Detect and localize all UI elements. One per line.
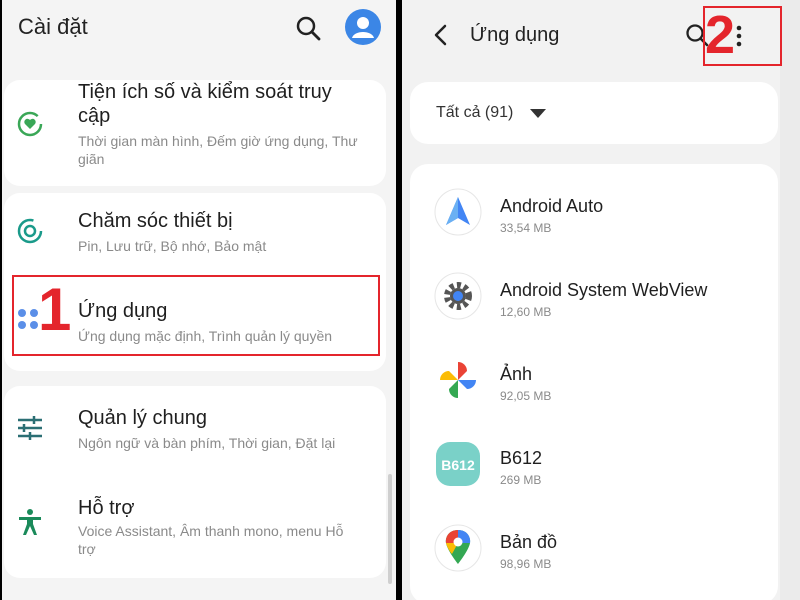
android-auto-icon [434,188,482,236]
app-name: Bản đồ [500,532,558,552]
settings-card: Quản lý chung Ngôn ngữ và bàn phím, Thời… [4,386,386,578]
back-arrow-icon[interactable] [430,22,452,48]
page-title: Ứng dụng [470,24,560,46]
app-name: Android System WebView [500,280,708,300]
list-item[interactable]: Bản đồ 98,96 MB [410,510,778,590]
b612-camera-icon: B612 [436,442,480,486]
filter-label: Tất cả (91) [436,104,514,121]
panel-edge [780,0,800,600]
list-item[interactable]: Ảnh 92,05 MB [410,342,778,422]
photos-icon [440,362,476,398]
accessibility-icon [19,509,41,535]
app-list: Android Auto 33,54 MB Android System Web… [410,164,778,600]
page-title: Cài đặt [18,14,88,39]
step-number-1: 1 [38,276,72,343]
app-size: 33,54 MB [500,221,552,235]
settings-item-title: Tiện ích số và kiểm soát truy cập [78,81,332,127]
settings-item-title: Quản lý chung [78,407,207,429]
settings-item-general-management[interactable]: Quản lý chung Ngôn ngữ và bàn phím, Thời… [4,386,386,472]
search-icon[interactable] [294,14,322,42]
list-item[interactable]: Android System WebView 12,60 MB [410,258,778,338]
gear-icon [434,272,482,320]
settings-item-subtitle: Voice Assistant, Âm thanh mono, menu Hỗ … [78,523,344,557]
scrollbar[interactable] [388,474,392,584]
apps-screen: Ứng dụng Tất cả (91) Android Auto 33,54 … [402,0,800,600]
svg-text:B612: B612 [441,457,475,473]
device-care-icon [17,218,43,244]
maps-icon [434,524,482,572]
digital-wellbeing-icon [17,111,43,137]
step-number-2: 2 [705,5,736,65]
settings-item-title: Chăm sóc thiết bị [78,210,233,232]
list-item[interactable]: Android Auto 33,54 MB [410,174,778,254]
settings-item-device-care[interactable]: Chăm sóc thiết bị Pin, Lưu trữ, Bộ nhớ, … [4,193,386,273]
app-name: Android Auto [500,196,604,216]
settings-item-subtitle: Thời gian màn hình, Đếm giờ ứng dụng, Th… [78,133,358,167]
app-size: 12,60 MB [500,305,552,319]
settings-item-subtitle: Pin, Lưu trữ, Bộ nhớ, Bảo mật [78,238,267,254]
app-name: B612 [500,448,543,468]
settings-item-title: Hỗ trợ [78,497,135,519]
app-size: 92,05 MB [500,389,552,403]
app-filter-dropdown[interactable]: Tất cả (91) [410,82,778,144]
app-name: Ảnh [500,364,533,384]
sliders-icon [18,416,42,440]
avatar[interactable] [345,9,381,45]
app-size: 269 MB [500,473,542,487]
settings-card: Tiện ích số và kiểm soát truy cập Thời g… [4,80,386,186]
user-icon [352,17,374,38]
list-item[interactable]: B612 B612 269 MB [410,426,778,506]
app-size: 98,96 MB [500,557,552,571]
settings-item-subtitle: Ngôn ngữ và bàn phím, Thời gian, Đặt lại [78,435,336,451]
dropdown-arrow-icon [530,109,546,118]
settings-item-digital-wellbeing[interactable]: Tiện ích số và kiểm soát truy cập Thời g… [4,80,386,186]
settings-item-accessibility[interactable]: Hỗ trợ Voice Assistant, Âm thanh mono, m… [4,472,386,578]
